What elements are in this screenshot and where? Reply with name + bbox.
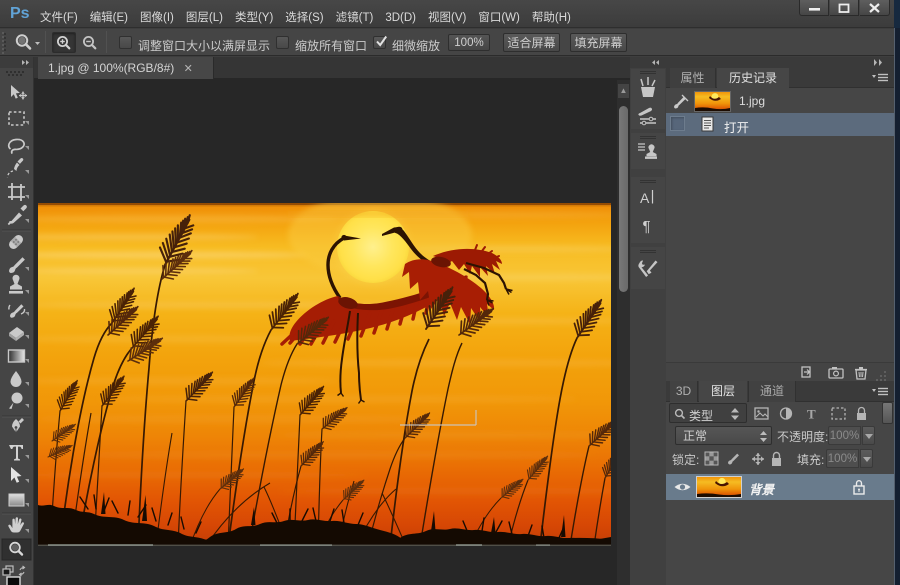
svg-text:T: T bbox=[807, 407, 816, 422]
svg-text:¶: ¶ bbox=[643, 218, 651, 235]
svg-text:A: A bbox=[640, 190, 650, 206]
